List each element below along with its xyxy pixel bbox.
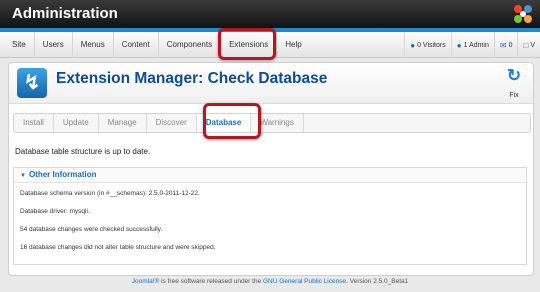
menu-menus[interactable]: Menus <box>73 32 114 58</box>
visitors-count: 0 Visitors <box>417 41 446 49</box>
joomla-logo-icon <box>514 5 532 23</box>
joomla-link[interactable]: Joomla!® <box>132 278 160 285</box>
refresh-icon: ↻ <box>506 66 522 85</box>
content-panel: ↯ Extension Manager: Check Database ↻ Fi… <box>8 62 534 276</box>
top-bar: Administration <box>0 0 540 28</box>
status-area: ● 0 Visitors ● 1 Admin ✉ 0 □ V <box>404 32 540 58</box>
fix-button[interactable]: ↻ Fix <box>501 67 527 102</box>
menu-components[interactable]: Components <box>159 32 222 58</box>
view-site-icon: □ <box>523 40 529 50</box>
extension-manager-icon: ↯ <box>17 68 47 98</box>
status-message: Database table structure is up to date. <box>15 147 151 156</box>
admins-status[interactable]: ● 1 Admin <box>450 32 494 58</box>
menu-help[interactable]: Help <box>277 32 309 58</box>
view-site-link[interactable]: □ V <box>517 32 540 58</box>
tab-discover[interactable]: Discover <box>147 114 197 132</box>
mail-icon: ✉ <box>499 40 507 50</box>
submenu-tabs: Install Update Manage Discover Database … <box>13 113 531 133</box>
fix-label: Fix <box>509 92 519 99</box>
tab-manage[interactable]: Manage <box>99 114 147 132</box>
footer-text: is free software released under the <box>159 278 263 285</box>
tab-update[interactable]: Update <box>54 114 99 132</box>
admin-icon: ● <box>456 40 462 50</box>
footer: Joomla!® is free software released under… <box>0 278 540 285</box>
view-site-label: V <box>530 41 535 49</box>
database-driver-line: Database driver: mysqli. <box>20 208 90 215</box>
changes-checked-line: 54 database changes were checked success… <box>20 226 163 233</box>
expand-arrow-icon: ▼ <box>20 173 26 179</box>
admins-count: 1 Admin <box>463 41 489 49</box>
license-link[interactable]: GNU General Public License <box>263 278 346 285</box>
changes-skipped-line: 16 database changes did not alter table … <box>20 244 216 251</box>
page-title: Extension Manager: Check Database <box>56 70 328 87</box>
toolbar: ↯ Extension Manager: Check Database ↻ Fi… <box>9 63 533 104</box>
messages-status[interactable]: ✉ 0 <box>493 32 518 58</box>
user-icon: ● <box>410 40 416 50</box>
other-information-section: ▼ Other Information Database schema versi… <box>13 167 527 265</box>
schema-version-line: Database schema version (in #__schemas):… <box>20 190 200 197</box>
menu-site[interactable]: Site <box>4 32 35 58</box>
menu-content[interactable]: Content <box>114 32 159 58</box>
other-information-toggle[interactable]: ▼ Other Information <box>14 168 526 183</box>
tab-install[interactable]: Install <box>14 114 54 132</box>
extensions-highlight <box>218 28 276 60</box>
database-tab-highlight <box>203 103 261 139</box>
messages-count: 0 <box>508 41 513 49</box>
footer-version: . Version 2.5.0_Beta1 <box>346 278 409 285</box>
visitors-status[interactable]: ● 0 Visitors <box>404 32 451 58</box>
other-information-heading: Other Information <box>28 170 97 179</box>
app-title: Administration <box>12 5 118 22</box>
menu-users[interactable]: Users <box>35 32 73 58</box>
